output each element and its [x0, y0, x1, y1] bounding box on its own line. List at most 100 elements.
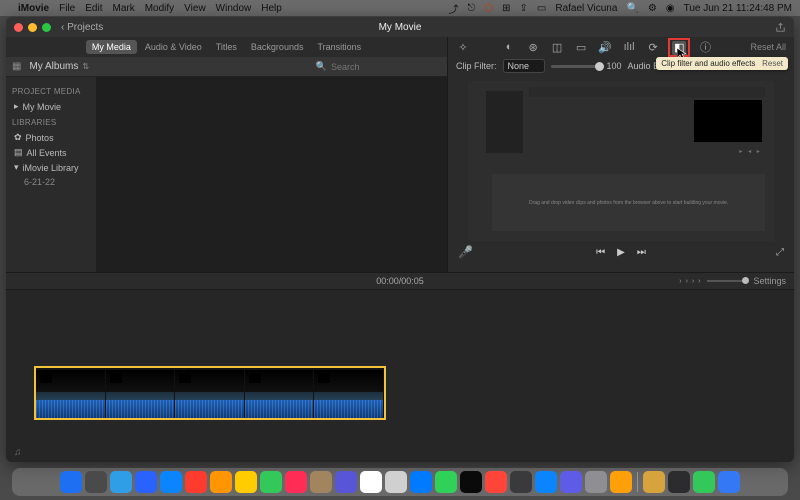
sidebar-item-event-date[interactable]: 6-21-22: [12, 175, 90, 189]
dock-app[interactable]: [410, 471, 432, 493]
prev-button[interactable]: ⏮: [596, 247, 605, 258]
crop-icon[interactable]: ◫: [550, 41, 564, 54]
dock-app[interactable]: [160, 471, 182, 493]
dock-app[interactable]: [85, 471, 107, 493]
dock-app[interactable]: [135, 471, 157, 493]
audio-effects-label: Audio E: [628, 61, 660, 71]
next-button[interactable]: ⏭: [637, 247, 646, 258]
sidebar-item-all-events[interactable]: ▤ All Events: [12, 145, 90, 160]
menu-file[interactable]: File: [59, 3, 75, 14]
dock-app[interactable]: [310, 471, 332, 493]
dock-app[interactable]: [285, 471, 307, 493]
share-button[interactable]: [775, 22, 786, 33]
info-icon[interactable]: ⓘ: [698, 39, 712, 55]
clock[interactable]: Tue Jun 21 11:24:48 PM: [684, 3, 792, 14]
dock-app[interactable]: [718, 471, 740, 493]
dock-app[interactable]: [185, 471, 207, 493]
media-browser-body[interactable]: [96, 77, 447, 272]
zoom-button[interactable]: [42, 23, 51, 32]
macos-menubar: iMovie File Edit Mark Modify View Window…: [0, 0, 800, 16]
siri-icon[interactable]: ◉: [666, 3, 675, 14]
section-project-media: PROJECT MEDIA: [12, 87, 90, 96]
albums-dropdown[interactable]: My Albums ⇅: [29, 61, 89, 72]
menu-edit[interactable]: Edit: [85, 3, 102, 14]
menu-modify[interactable]: Modify: [145, 3, 174, 14]
sidebar-item-imovie-library[interactable]: ▾ iMovie Library: [12, 160, 90, 175]
dock-app[interactable]: [260, 471, 282, 493]
sidebar-item-photos[interactable]: ✿ Photos: [12, 130, 90, 145]
dock-app[interactable]: [360, 471, 382, 493]
settings-button[interactable]: Settings: [753, 276, 786, 286]
search-input[interactable]: [331, 62, 441, 72]
clip-filter-select[interactable]: None: [503, 59, 545, 73]
playback-controls: 🎤 ⏮ ▶ ⏭ ⤢: [448, 241, 794, 263]
status-icon[interactable]: ⤴: [448, 1, 458, 16]
wifi-icon[interactable]: ⇪: [520, 3, 528, 14]
media-browser-pane: My Media Audio & Video Titles Background…: [6, 37, 448, 272]
volume-icon[interactable]: 🔊: [598, 41, 612, 54]
timeline-clip-selected[interactable]: [36, 368, 384, 418]
zoom-slider[interactable]: [707, 280, 747, 282]
dock-app[interactable]: [510, 471, 532, 493]
close-button[interactable]: [14, 23, 23, 32]
back-to-projects-button[interactable]: ‹ Projects: [61, 22, 103, 33]
reset-button[interactable]: Reset: [762, 59, 783, 68]
play-button[interactable]: ▶: [617, 247, 625, 258]
enhance-icon[interactable]: ✧: [456, 41, 470, 54]
noise-reduction-icon[interactable]: ılıl: [622, 41, 636, 53]
dock-app[interactable]: [535, 471, 557, 493]
tab-audio-video[interactable]: Audio & Video: [139, 40, 208, 54]
dock-app[interactable]: [110, 471, 132, 493]
clip-filter-button-highlighted[interactable]: ◧: [668, 38, 690, 57]
dock-app[interactable]: [585, 471, 607, 493]
menu-view[interactable]: View: [184, 3, 206, 14]
dock-app[interactable]: [235, 471, 257, 493]
app-menu[interactable]: iMovie: [18, 3, 49, 14]
shield-icon[interactable]: ⬡: [484, 3, 493, 14]
dock-app[interactable]: [210, 471, 232, 493]
reset-all-button[interactable]: Reset All: [750, 42, 786, 52]
minimize-button[interactable]: [28, 23, 37, 32]
chevron-updown-icon: ⇅: [82, 62, 89, 71]
filter-amount-slider[interactable]: [551, 65, 601, 68]
music-icon[interactable]: ♫: [14, 447, 22, 458]
timeline[interactable]: ♫: [6, 290, 794, 462]
dock-app[interactable]: [560, 471, 582, 493]
dock-app[interactable]: [460, 471, 482, 493]
menu-help[interactable]: Help: [261, 3, 282, 14]
color-correction-icon[interactable]: ⊛: [526, 41, 540, 54]
status-icon[interactable]: ⊞: [502, 3, 510, 14]
library-sidebar: PROJECT MEDIA ▸ My Movie LIBRARIES ✿ Pho…: [6, 77, 96, 272]
control-center-icon[interactable]: ⚙: [648, 3, 657, 14]
dock: [12, 468, 788, 496]
tab-titles[interactable]: Titles: [210, 40, 243, 54]
dock-app[interactable]: [60, 471, 82, 493]
viewer-preview[interactable]: ▸ ◂ ▸ Drag and drop video clips and phot…: [468, 81, 774, 241]
dock-app[interactable]: [668, 471, 690, 493]
tab-my-media[interactable]: My Media: [86, 40, 137, 54]
search-icon[interactable]: 🔍: [626, 3, 638, 14]
dock-app[interactable]: [693, 471, 715, 493]
viewer-pane: ✧ ◐ ⊛ ◫ ▭ 🔊 ılıl ⟳ ◧ ⓘ Reset All Clip Fi…: [448, 37, 794, 272]
status-icon[interactable]: ⎋: [467, 3, 475, 14]
speed-icon[interactable]: ⟳: [646, 41, 660, 54]
dock-app[interactable]: [335, 471, 357, 493]
tab-backgrounds[interactable]: Backgrounds: [245, 40, 310, 54]
dock-app[interactable]: [643, 471, 665, 493]
filter-amount-value: 100: [607, 61, 622, 71]
battery-icon[interactable]: ▭: [537, 3, 546, 14]
color-balance-icon[interactable]: ◐: [502, 41, 516, 53]
clip-filter-row: Clip Filter: None 100 Audio E Clip filte…: [448, 57, 794, 75]
dock-app[interactable]: [385, 471, 407, 493]
menu-window[interactable]: Window: [216, 3, 252, 14]
tab-transitions[interactable]: Transitions: [311, 40, 367, 54]
section-libraries: LIBRARIES: [12, 118, 90, 127]
stabilization-icon[interactable]: ▭: [574, 41, 588, 54]
dock-app[interactable]: [610, 471, 632, 493]
user-name[interactable]: Rafael Vicuna: [555, 3, 617, 14]
dock-app[interactable]: [435, 471, 457, 493]
dock-app[interactable]: [485, 471, 507, 493]
menu-mark[interactable]: Mark: [112, 3, 134, 14]
grid-view-icon[interactable]: ▦: [12, 61, 21, 72]
sidebar-item-my-movie[interactable]: ▸ My Movie: [12, 99, 90, 114]
